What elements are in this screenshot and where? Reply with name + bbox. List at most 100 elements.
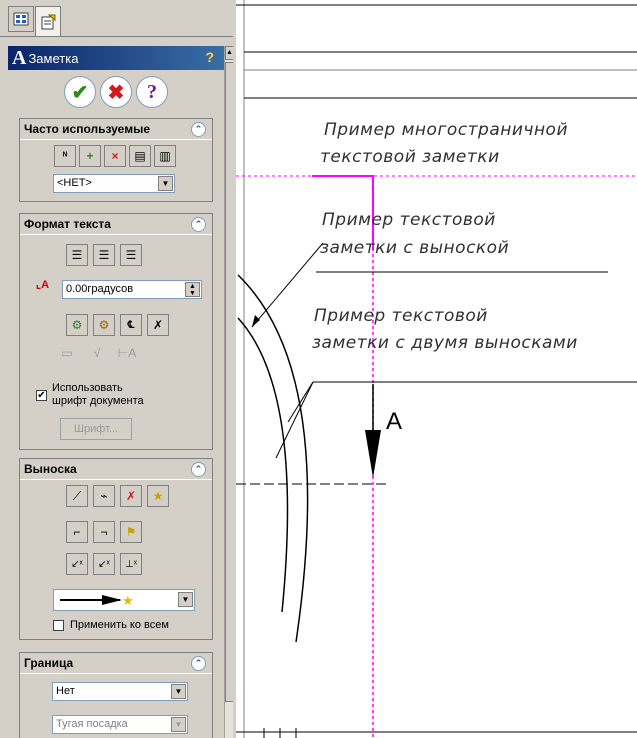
leader-nearest-button[interactable]: ⚑ [120, 521, 142, 543]
text-format-header[interactable]: Формат текста ⌃ [20, 214, 212, 235]
help-icon[interactable]: ? [205, 49, 214, 65]
note1-line2[interactable]: текстовой заметки [320, 147, 500, 167]
drawing-canvas[interactable]: Пример многостраничной текстовой заметки… [236, 0, 637, 738]
use-doc-font-checkbox[interactable]: ✔ [36, 390, 47, 401]
chevron-down-icon[interactable]: ▼ [171, 717, 186, 732]
save-style-button[interactable]: ▤ [129, 145, 151, 167]
add-symbol-button[interactable]: ℄ [120, 314, 142, 336]
collapse-icon[interactable]: ⌃ [191, 656, 206, 671]
leader-right-button[interactable]: ¬ [93, 521, 115, 543]
border-size-combo[interactable]: Тугая посадка ▼ [52, 715, 188, 734]
collapse-icon[interactable]: ⌃ [191, 122, 206, 137]
align-left-icon: ☰ [71, 248, 83, 262]
angle-field[interactable]: 0.00градусов ▲ ▼ [62, 280, 202, 299]
align-right-button[interactable]: ☰ [120, 244, 142, 266]
group-title: Выноска [24, 462, 77, 476]
new-style-icon: ᴺ [62, 150, 68, 162]
chevron-down-icon[interactable]: ▼ [178, 592, 193, 607]
favorites-combo-value: <НЕТ> [57, 177, 92, 189]
favorites-group: Часто используемые ⌃ ᴺ + × ▤ ▥ <НЕТ> ▼ [19, 118, 213, 202]
border-style-value: Нет [56, 685, 75, 697]
scroll-up-button[interactable]: ▲ [225, 46, 233, 60]
cancel-button[interactable]: ✖ [100, 76, 132, 108]
apply-all-label: Применить ко всем [70, 619, 169, 631]
surface-finish-icon: √ [93, 346, 101, 360]
collapse-icon[interactable]: ⌃ [191, 462, 206, 477]
property-manager-panel: A Заметка ? ▲ ✔ ✖ ? Часто используемые ⌃… [0, 0, 233, 738]
insert-surface-finish-button[interactable]: √ [86, 342, 108, 364]
delete-style-icon: × [111, 149, 119, 163]
help-button[interactable]: ? [136, 76, 168, 108]
leader-middle-button[interactable]: ↙ˣ [93, 553, 115, 575]
arrow-style-icon: ★ [60, 593, 134, 608]
leader-bottom-button[interactable]: ⊥ˣ [120, 553, 142, 575]
close-icon: ✖ [107, 81, 125, 104]
note-icon: A [12, 47, 27, 69]
border-style-combo[interactable]: Нет ▼ [52, 682, 188, 701]
lock-note-button[interactable]: ✗ [147, 314, 169, 336]
load-style-button[interactable]: ▥ [154, 145, 176, 167]
panel-scrollbar[interactable]: ▲ [224, 46, 233, 738]
group-title: Формат текста [24, 217, 111, 231]
no-leader-button[interactable]: ✗ [120, 485, 142, 507]
table-icon: ▭ [61, 346, 73, 360]
new-style-button[interactable]: ᴺ [54, 145, 76, 167]
feature-manager-tab[interactable] [8, 6, 34, 32]
action-buttons: ✔ ✖ ? [8, 72, 224, 112]
scroll-thumb[interactable] [225, 62, 233, 702]
leader-bottom-icon: ⊥ˣ [125, 558, 137, 570]
chevron-down-icon[interactable]: ▼ [171, 684, 186, 699]
leader-left-icon: ⌐ [73, 525, 81, 539]
group-title: Часто используемые [24, 122, 150, 136]
arrow-style-combo[interactable]: ★ ▼ [53, 589, 195, 611]
add-style-button[interactable]: + [79, 145, 101, 167]
angle-value: 0.00градусов [66, 283, 134, 295]
collapse-icon[interactable]: ⌃ [191, 217, 206, 232]
page-title: Заметка [28, 50, 79, 66]
check-icon: ✔ [71, 81, 89, 104]
align-center-icon: ☰ [98, 248, 110, 262]
note3-leader-b [287, 381, 314, 423]
section-label[interactable]: A [386, 408, 402, 436]
insert-datum-button[interactable]: ⊢A [116, 342, 138, 364]
leader-bent-button[interactable]: ⌁ [93, 485, 115, 507]
note2-line1[interactable]: Пример текстовой [322, 210, 496, 230]
property-manager-tab[interactable] [35, 6, 61, 36]
leader-bent-icon: ⌁ [100, 489, 108, 503]
lock-note-icon: ✗ [152, 318, 164, 332]
note2-leader-arrow [252, 315, 260, 327]
hyperlink-button[interactable]: ⚙ [93, 314, 115, 336]
leader-header[interactable]: Выноска ⌃ [20, 459, 212, 480]
note1-line1[interactable]: Пример многостраничной [324, 120, 568, 140]
border-header[interactable]: Граница ⌃ [20, 653, 212, 674]
border-group: Граница ⌃ Нет ▼ Тугая посадка ▼ [19, 652, 213, 738]
panel-tab-bar [0, 0, 233, 46]
angle-spin-icon[interactable]: ▲ ▼ [185, 282, 200, 297]
font-button[interactable]: Шрифт... [60, 418, 132, 440]
align-left-button[interactable]: ☰ [66, 244, 88, 266]
chevron-down-icon[interactable]: ▼ [158, 176, 173, 191]
favorites-header[interactable]: Часто используемые ⌃ [20, 119, 212, 140]
link-icon: ⚙ [71, 318, 83, 332]
leader-right-icon: ¬ [100, 525, 108, 539]
auto-leader-button[interactable]: ★ [147, 485, 169, 507]
link-property-button[interactable]: ⚙ [66, 314, 88, 336]
group-title: Граница [24, 656, 74, 670]
ok-button[interactable]: ✔ [64, 76, 96, 108]
note3-line2[interactable]: заметки с двумя выносками [312, 333, 578, 353]
align-center-button[interactable]: ☰ [93, 244, 115, 266]
leader-straight-button[interactable]: ⟋ [66, 485, 88, 507]
property-manager-title: A Заметка ? [8, 46, 224, 70]
load-style-icon: ▥ [159, 149, 171, 163]
favorites-combo[interactable]: <НЕТ> ▼ [53, 174, 175, 193]
leader-left-button[interactable]: ⌐ [66, 521, 88, 543]
leader-top-icon: ↙ˣ [71, 558, 83, 570]
apply-all-checkbox[interactable] [53, 620, 64, 631]
note2-leader [251, 242, 324, 328]
auto-leader-icon: ★ [152, 489, 164, 503]
insert-table-button[interactable]: ▭ [56, 342, 78, 364]
delete-style-button[interactable]: × [104, 145, 126, 167]
leader-top-button[interactable]: ↙ˣ [66, 553, 88, 575]
note2-line2[interactable]: заметки с выноской [320, 238, 509, 258]
note3-line1[interactable]: Пример текстовой [314, 306, 488, 326]
